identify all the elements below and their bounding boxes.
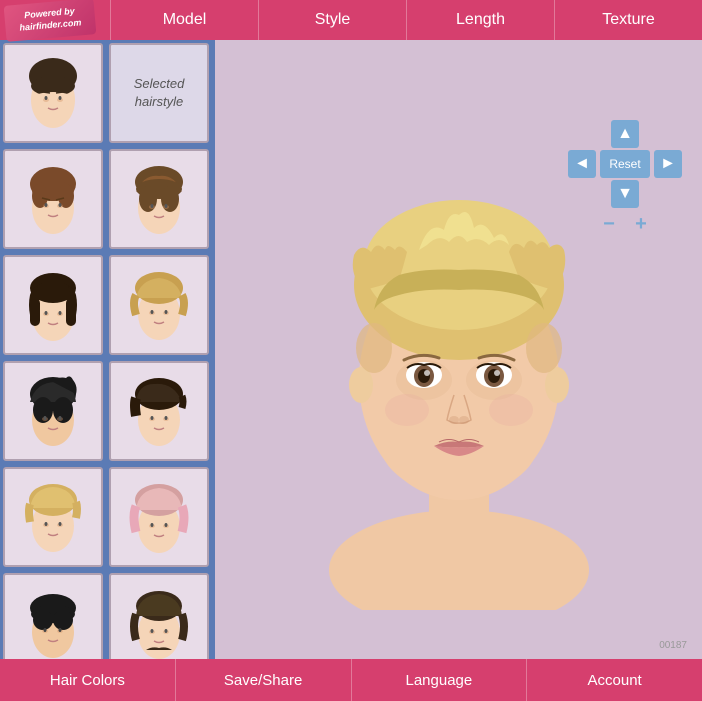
hairstyle-thumb-11[interactable] — [109, 573, 209, 659]
sidebar: Selected hairstyle — [0, 40, 215, 659]
hairstyle-thumb-9[interactable] — [109, 467, 209, 567]
sidebar-row-4 — [0, 358, 215, 464]
tab-texture[interactable]: Texture — [554, 0, 702, 40]
sidebar-row-1: Selected hairstyle — [0, 40, 215, 146]
sidebar-row-5 — [0, 464, 215, 570]
hairstyle-thumb-3[interactable] — [109, 149, 209, 249]
hairstyle-thumb-6[interactable] — [3, 361, 103, 461]
selected-hairstyle-label: Selected hairstyle — [109, 43, 209, 143]
hairstyle-thumb-2[interactable] — [3, 149, 103, 249]
bottom-tab-save-share[interactable]: Save/Share — [176, 659, 352, 701]
bottom-tab-hair-colors[interactable]: Hair Colors — [0, 659, 176, 701]
hairstyle-thumb-8[interactable] — [3, 467, 103, 567]
sidebar-row-2 — [0, 146, 215, 252]
tab-length[interactable]: Length — [406, 0, 554, 40]
top-nav-tabs: Model Style Length Texture — [110, 0, 702, 40]
image-id: 00187 — [659, 640, 687, 651]
hairstyle-thumb-top-left[interactable] — [3, 43, 103, 143]
hairstyle-thumb-7[interactable] — [109, 361, 209, 461]
model-svg — [299, 90, 619, 610]
hairstyle-thumb-10[interactable] — [3, 573, 103, 659]
main-layout: Selected hairstyle — [0, 40, 702, 659]
hairstyle-thumb-4[interactable] — [3, 255, 103, 355]
top-navigation: Powered by hairfinder.com Model Style Le… — [0, 0, 702, 40]
content-area: ▲ ◄ Reset ► ▼ − + — [215, 40, 702, 659]
model-display: 00187 — [215, 40, 702, 659]
bottom-tab-language[interactable]: Language — [352, 659, 528, 701]
selected-label-text: Selected hairstyle — [111, 75, 207, 111]
tab-model[interactable]: Model — [110, 0, 258, 40]
bottom-tab-account[interactable]: Account — [527, 659, 702, 701]
bottom-bar: Hair Colors Save/Share Language Account — [0, 659, 702, 701]
hairstyle-thumb-5[interactable] — [109, 255, 209, 355]
sidebar-row-3 — [0, 252, 215, 358]
logo-badge: Powered by hairfinder.com — [4, 0, 97, 42]
logo-area: Powered by hairfinder.com — [0, 0, 100, 40]
sidebar-row-6 — [0, 570, 215, 659]
tab-style[interactable]: Style — [258, 0, 406, 40]
